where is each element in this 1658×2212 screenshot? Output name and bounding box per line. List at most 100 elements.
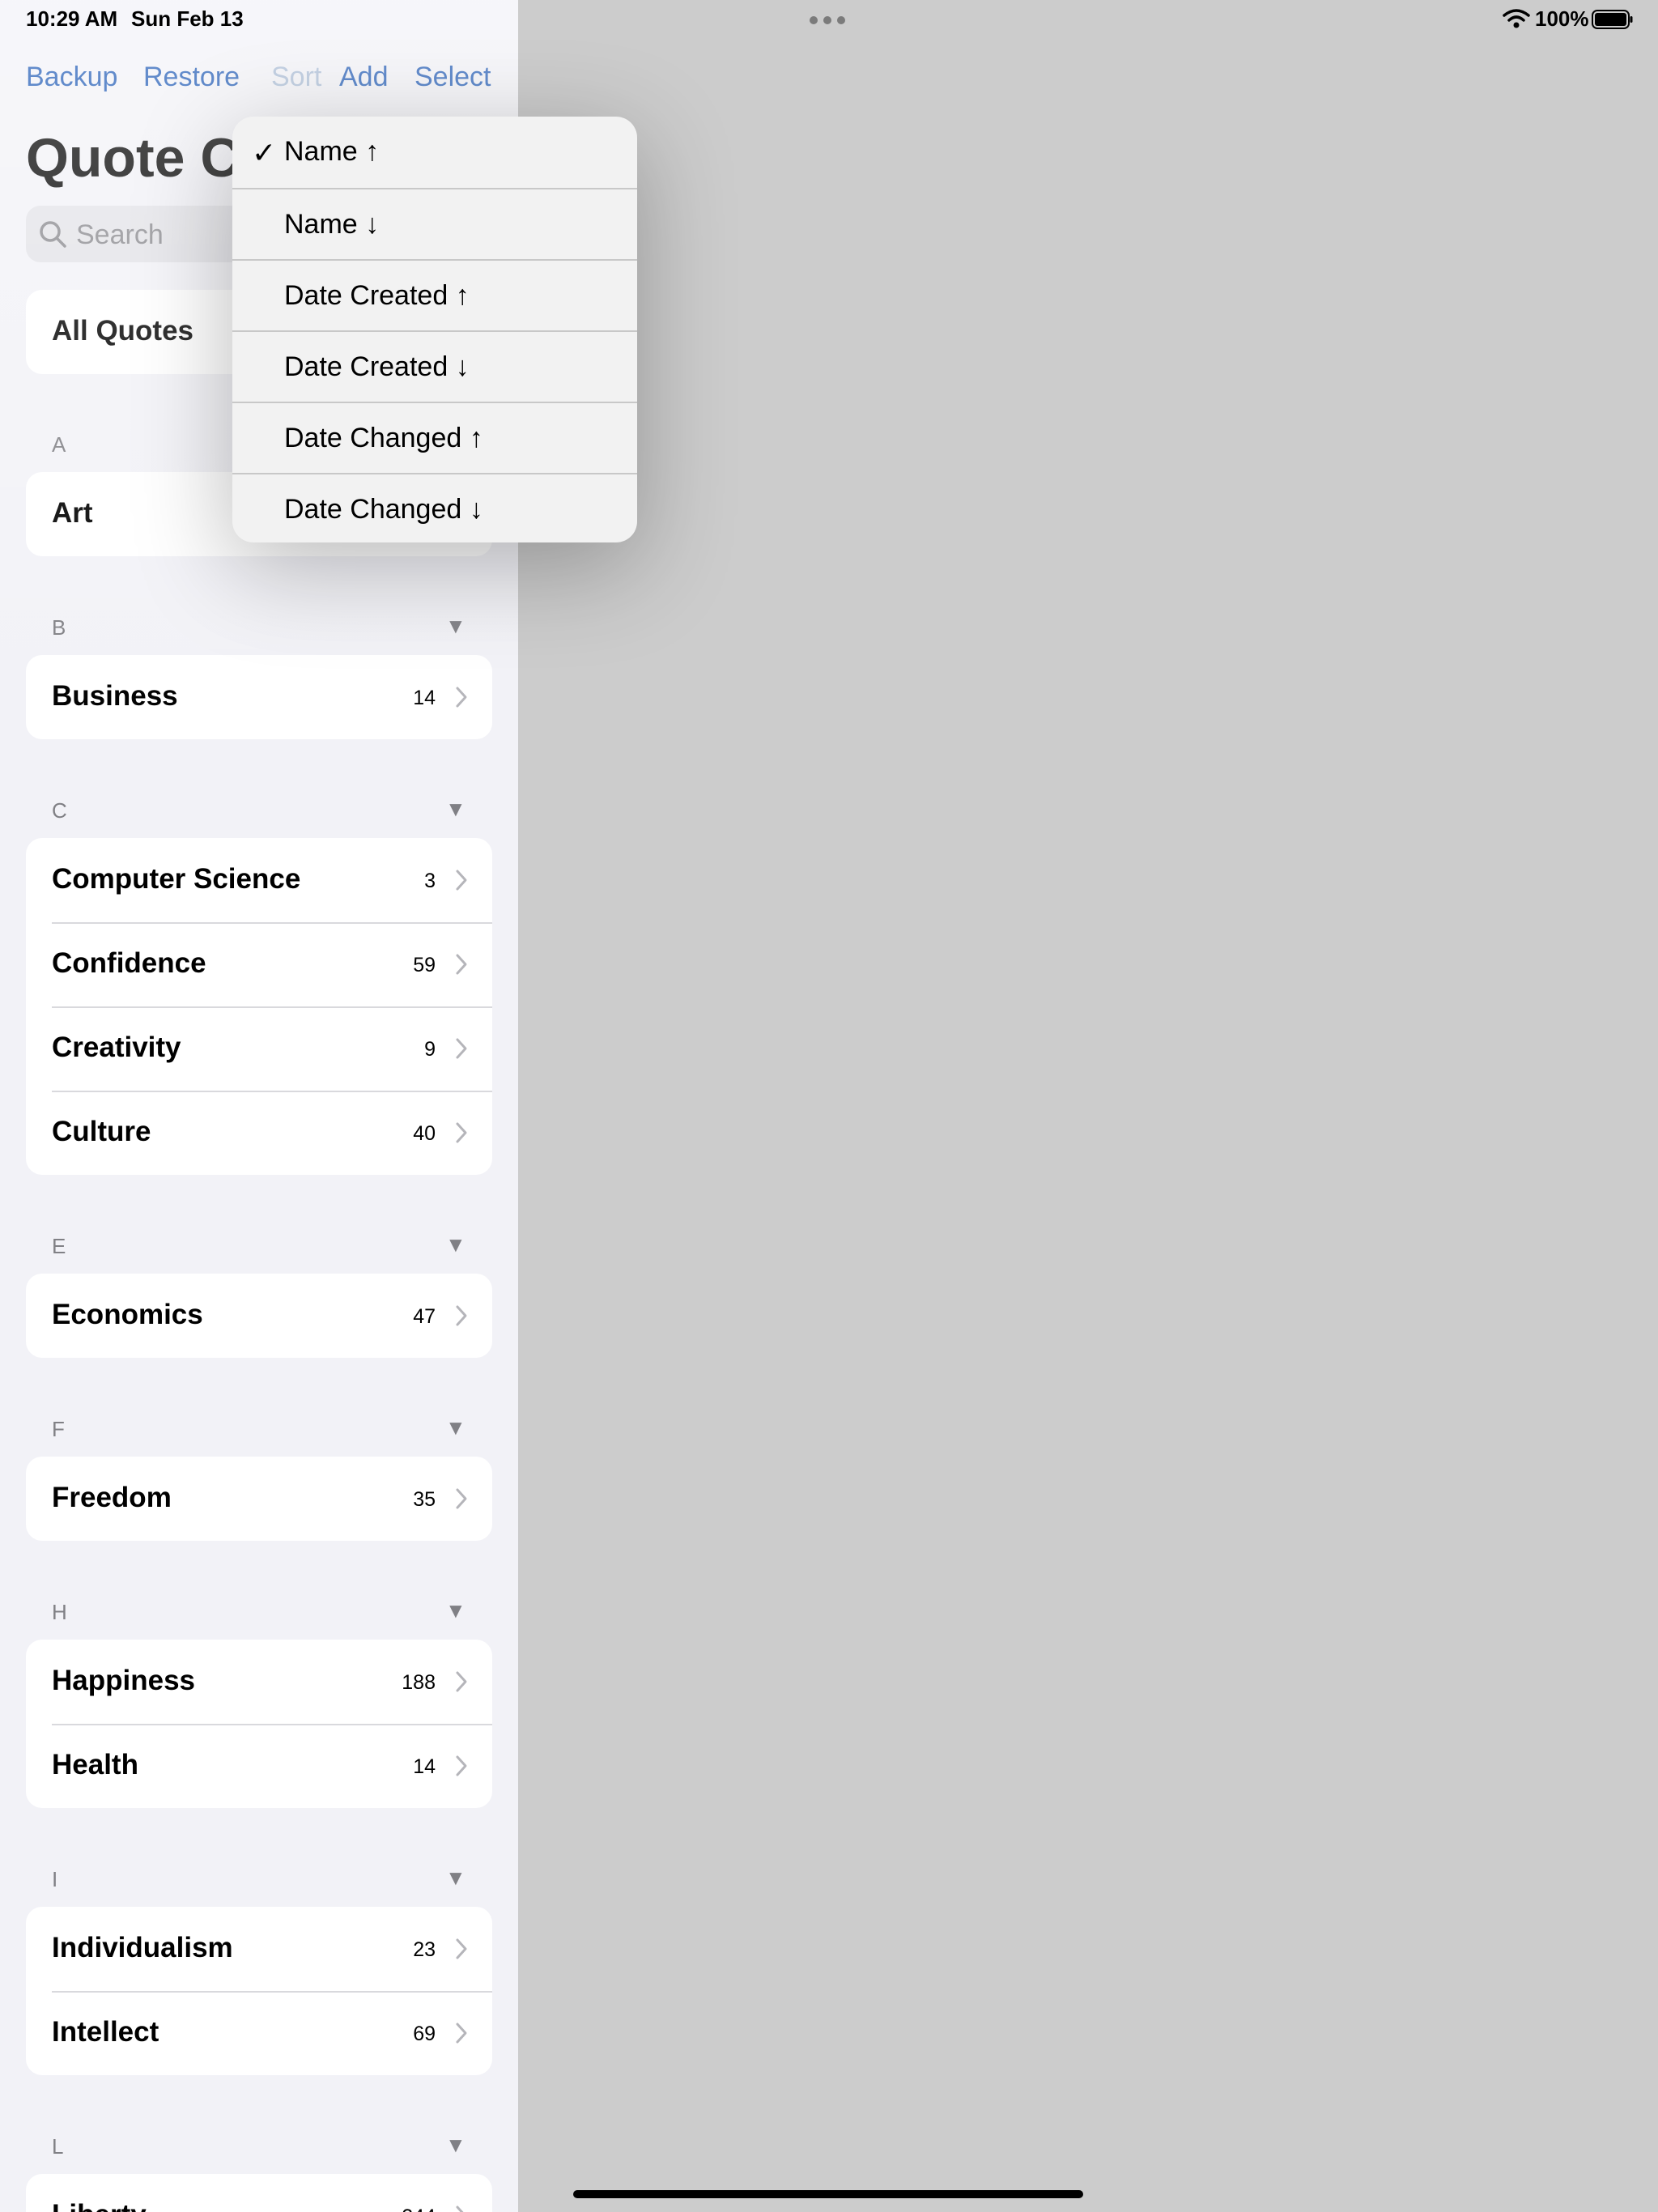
category-row[interactable]: Individualism 23	[26, 1907, 492, 1991]
section-header-a: A	[52, 432, 66, 457]
battery-percent: 100%	[1535, 6, 1589, 31]
category-name: Intellect	[52, 2016, 159, 2048]
status-date: Sun Feb 13	[131, 6, 244, 31]
section-card: Happiness 188 Health 14	[26, 1640, 492, 1808]
category-count: 14	[413, 687, 436, 709]
chevron-right-icon	[456, 687, 467, 708]
sort-option[interactable]: Date Created ↑	[232, 259, 637, 330]
sort-button[interactable]: Sort	[271, 62, 321, 93]
page-title: Quote C	[26, 127, 240, 189]
category-name: Freedom	[52, 1482, 172, 1513]
sort-option-label: Name ↓	[284, 209, 380, 240]
category-count: 23	[413, 1938, 436, 1961]
home-indicator[interactable]	[573, 2190, 1083, 2198]
category-count: 59	[413, 954, 436, 976]
sort-option[interactable]: Date Created ↓	[232, 330, 637, 402]
sort-option-label: Date Created ↓	[284, 351, 470, 382]
chevron-right-icon	[456, 2023, 467, 2044]
category-name: Health	[52, 1749, 138, 1780]
detail-pane	[518, 0, 1658, 2212]
select-button[interactable]: Select	[414, 62, 491, 93]
category-name: Individualism	[52, 1932, 233, 1963]
collapse-triangle-icon[interactable]: ▼	[445, 1865, 466, 1891]
category-count: 69	[413, 2023, 436, 2045]
all-quotes-label: All Quotes	[52, 315, 194, 347]
category-row[interactable]: Liberty 244	[26, 2174, 492, 2212]
sort-menu-popover: ✓ Name ↑ Name ↓ Date Created ↑ Date Created …	[232, 117, 637, 542]
category-name: Happiness	[52, 1665, 195, 1696]
chevron-right-icon	[456, 1938, 467, 1959]
category-count: 14	[413, 1755, 436, 1778]
section-card: Freedom 35	[26, 1457, 492, 1541]
category-count: 244	[402, 2206, 436, 2212]
chevron-right-icon	[456, 1755, 467, 1776]
battery-icon	[1592, 10, 1633, 29]
section-header-c: C	[52, 798, 67, 823]
category-name: Creativity	[52, 1032, 181, 1063]
category-row[interactable]: Intellect 69	[26, 1991, 492, 2075]
chevron-right-icon	[456, 1305, 467, 1326]
sort-menu-list: ✓ Name ↑ Name ↓ Date Created ↑ Date Created …	[232, 117, 637, 542]
category-name: Culture	[52, 1116, 151, 1147]
category-name: Economics	[52, 1299, 203, 1330]
section-header-h: H	[52, 1600, 67, 1624]
sort-option-label: Date Changed ↑	[284, 423, 483, 453]
section-card: Individualism 23 Intellect 69	[26, 1907, 492, 2075]
category-count: 188	[402, 1671, 436, 1694]
add-button[interactable]: Add	[339, 62, 389, 93]
category-row[interactable]: Happiness 188	[26, 1640, 492, 1724]
sort-option[interactable]: Date Changed ↑	[232, 402, 637, 473]
category-row[interactable]: Computer Science 3	[26, 838, 492, 922]
sort-option-label: Name ↑	[284, 136, 380, 167]
sort-option-label: Date Created ↑	[284, 280, 470, 311]
category-name: Business	[52, 680, 178, 712]
category-row[interactable]: Business 14	[26, 655, 492, 739]
category-row[interactable]: Freedom 35	[26, 1457, 492, 1541]
search-icon	[40, 221, 66, 248]
sort-option-label: Date Changed ↓	[284, 494, 483, 525]
wifi-icon	[1503, 9, 1530, 28]
chevron-right-icon	[456, 1671, 467, 1692]
category-name: Liberty	[52, 2199, 147, 2212]
collapse-triangle-icon[interactable]: ▼	[445, 1415, 466, 1440]
chevron-right-icon	[456, 1038, 467, 1059]
multitasking-dots-icon[interactable]	[810, 16, 845, 24]
section-card: Computer Science 3 Confidence 59 Creativity 9…	[26, 838, 492, 1175]
category-name: Confidence	[52, 947, 206, 979]
category-count: 35	[413, 1488, 436, 1511]
sort-option[interactable]: ✓ Name ↑	[232, 117, 637, 188]
category-name: Computer Science	[52, 863, 301, 895]
collapse-triangle-icon[interactable]: ▼	[445, 797, 466, 822]
restore-button[interactable]: Restore	[143, 62, 240, 93]
section-card: Business 14	[26, 655, 492, 739]
category-row[interactable]: Confidence 59	[26, 922, 492, 1006]
collapse-triangle-icon[interactable]: ▼	[445, 1232, 466, 1257]
search-placeholder: Search	[76, 219, 164, 250]
sort-option[interactable]: Date Changed ↓	[232, 473, 637, 542]
category-count: 40	[413, 1122, 436, 1145]
category-count: 9	[424, 1038, 436, 1061]
section-card: Economics 47	[26, 1274, 492, 1358]
collapse-triangle-icon[interactable]: ▼	[445, 2133, 466, 2158]
section-header-f: F	[52, 1417, 65, 1441]
collapse-triangle-icon[interactable]: ▼	[445, 1598, 466, 1623]
category-row[interactable]: Creativity 9	[26, 1006, 492, 1091]
collapse-triangle-icon[interactable]: ▼	[445, 614, 466, 639]
sort-option[interactable]: Name ↓	[232, 188, 637, 259]
backup-button[interactable]: Backup	[26, 62, 117, 93]
chevron-right-icon	[456, 954, 467, 975]
status-time: 10:29 AM	[26, 6, 118, 31]
section-card: Liberty 244	[26, 2174, 492, 2212]
section-header-i: I	[52, 1867, 58, 1891]
category-row[interactable]: Economics 47	[26, 1274, 492, 1358]
category-count: 3	[424, 870, 436, 892]
category-row[interactable]: Culture 40	[26, 1091, 492, 1175]
section-header-l: L	[52, 2134, 64, 2159]
section-header-b: B	[52, 615, 66, 640]
category-name: Art	[52, 497, 93, 529]
checkmark-icon: ✓	[252, 136, 277, 169]
section-header-e: E	[52, 1234, 66, 1258]
category-row[interactable]: Health 14	[26, 1724, 492, 1808]
chevron-right-icon	[456, 2206, 464, 2212]
chevron-right-icon	[456, 1488, 467, 1509]
